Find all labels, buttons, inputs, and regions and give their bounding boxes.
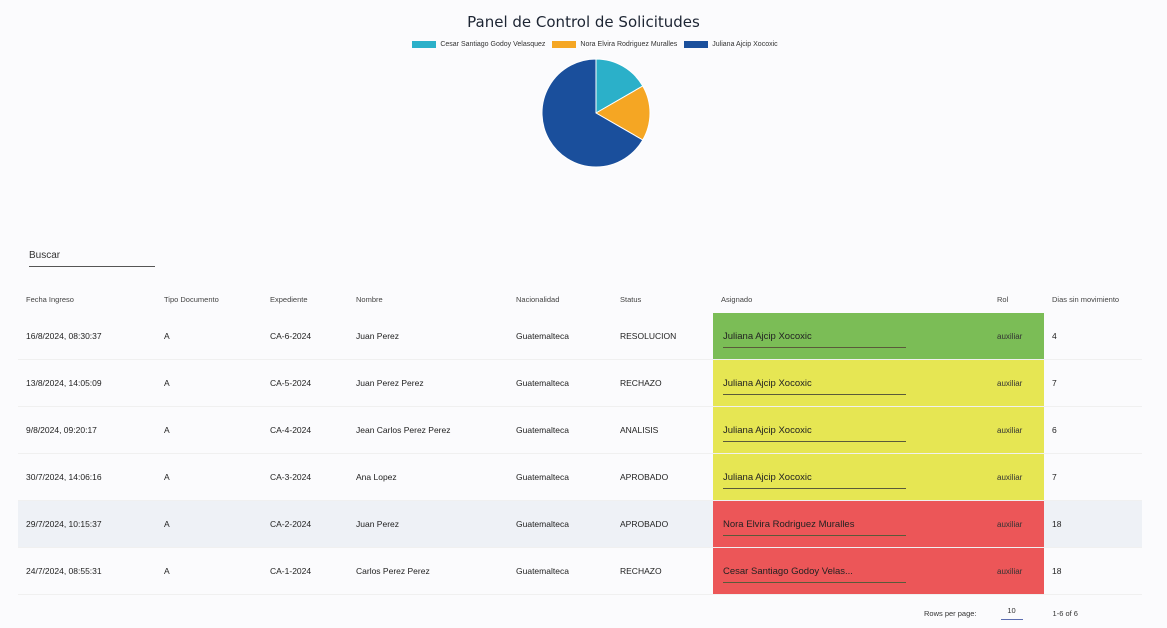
cell-tipo: A [156, 547, 262, 595]
table-row: 24/7/2024, 08:55:31 A CA-1-2024 Carlos P… [18, 547, 1142, 595]
cell-fecha: 16/8/2024, 08:30:37 [18, 313, 156, 360]
cell-dias: 4 [1044, 313, 1142, 360]
rows-per-page-select[interactable]: 10 [1000, 606, 1023, 620]
header-asignado[interactable]: Asignado [713, 285, 989, 313]
cell-fecha: 29/7/2024, 10:15:37 [18, 500, 156, 548]
cell-nombre: Juan Perez [348, 313, 508, 360]
table-header-row: Fecha Ingreso Tipo Documento Expediente … [18, 285, 1142, 313]
cell-fecha: 9/8/2024, 09:20:17 [18, 406, 156, 454]
table-row: 13/8/2024, 14:05:09 A CA-5-2024 Juan Per… [18, 359, 1142, 407]
header-fecha-ingreso[interactable]: Fecha Ingreso [18, 285, 156, 313]
cell-asignado[interactable]: Cesar Santiago Godoy Velas... [713, 547, 989, 595]
legend-item-nora[interactable]: Nora Elvira Rodriguez Muralles [552, 41, 677, 48]
chart-title: Panel de Control de Solicitudes [467, 13, 700, 31]
table-row: 29/7/2024, 10:15:37 A CA-2-2024 Juan Per… [18, 500, 1142, 548]
header-nacionalidad[interactable]: Nacionalidad [508, 285, 612, 313]
cell-tipo: A [156, 500, 262, 548]
cell-rol: auxiliar [989, 313, 1044, 360]
cell-rol: auxiliar [989, 453, 1044, 501]
cell-nombre: Jean Carlos Perez Perez [348, 406, 508, 454]
legend-swatch [412, 41, 437, 48]
cell-nombre: Juan Perez [348, 500, 508, 548]
cell-nacionalidad: Guatemalteca [508, 500, 612, 548]
cell-status: APROBADO [612, 453, 713, 501]
pagination: Rows per page: 10 1-6 of 6 [924, 606, 1078, 620]
table-row: 16/8/2024, 08:30:37 A CA-6-2024 Juan Per… [18, 313, 1142, 360]
header-expediente[interactable]: Expediente [262, 285, 348, 313]
header-status[interactable]: Status [612, 285, 713, 313]
cell-rol: auxiliar [989, 359, 1044, 407]
legend-item-cesar[interactable]: Cesar Santiago Godoy Velasquez [412, 41, 545, 48]
cell-nacionalidad: Guatemalteca [508, 547, 612, 595]
cell-tipo: A [156, 313, 262, 360]
pie-chart [541, 58, 651, 168]
cell-asignado[interactable]: Juliana Ajcip Xocoxic [713, 313, 989, 360]
header-tipo-documento[interactable]: Tipo Documento [156, 285, 262, 313]
cell-nombre: Carlos Perez Perez [348, 547, 508, 595]
cell-rol: auxiliar [989, 547, 1044, 595]
header-nombre[interactable]: Nombre [348, 285, 508, 313]
cell-tipo: A [156, 359, 262, 407]
cell-dias: 18 [1044, 547, 1142, 595]
cell-status: APROBADO [612, 500, 713, 548]
assignee-select[interactable]: Juliana Ajcip Xocoxic [723, 425, 906, 442]
cell-asignado[interactable]: Nora Elvira Rodriguez Muralles [713, 500, 989, 548]
cell-asignado[interactable]: Juliana Ajcip Xocoxic [713, 406, 989, 454]
search-field[interactable] [29, 250, 155, 267]
cell-nacionalidad: Guatemalteca [508, 359, 612, 407]
cell-expediente: CA-2-2024 [262, 500, 348, 548]
legend-swatch [684, 41, 709, 48]
legend-label: Cesar Santiago Godoy Velasquez [440, 41, 546, 48]
cell-dias: 18 [1044, 500, 1142, 548]
cell-status: RECHAZO [612, 359, 713, 407]
cell-asignado[interactable]: Juliana Ajcip Xocoxic [713, 359, 989, 407]
cell-tipo: A [156, 453, 262, 501]
table-row: 9/8/2024, 09:20:17 A CA-4-2024 Jean Carl… [18, 406, 1142, 454]
assignee-select[interactable]: Juliana Ajcip Xocoxic [723, 331, 906, 348]
cell-dias: 6 [1044, 406, 1142, 454]
cell-status: RECHAZO [612, 547, 713, 595]
cell-nacionalidad: Guatemalteca [508, 453, 612, 501]
chart-legend: Cesar Santiago Godoy Velasquez Nora Elvi… [0, 41, 1167, 48]
assignee-select[interactable]: Juliana Ajcip Xocoxic [723, 472, 906, 489]
cell-expediente: CA-4-2024 [262, 406, 348, 454]
cell-status: ANALISIS [612, 406, 713, 454]
cell-asignado[interactable]: Juliana Ajcip Xocoxic [713, 453, 989, 501]
legend-swatch [552, 41, 577, 48]
cell-rol: auxiliar [989, 500, 1044, 548]
header-rol[interactable]: Rol [989, 285, 1044, 313]
cell-nacionalidad: Guatemalteca [508, 406, 612, 454]
cell-expediente: CA-1-2024 [262, 547, 348, 595]
legend-item-juliana[interactable]: Juliana Ajcip Xocoxic [684, 41, 778, 48]
legend-label: Nora Elvira Rodriguez Muralles [580, 41, 678, 48]
cell-rol: auxiliar [989, 406, 1044, 454]
legend-label: Juliana Ajcip Xocoxic [712, 41, 778, 48]
cell-dias: 7 [1044, 453, 1142, 501]
cell-nombre: Juan Perez Perez [348, 359, 508, 407]
table-row: 30/7/2024, 14:06:16 A CA-3-2024 Ana Lope… [18, 453, 1142, 501]
cell-expediente: CA-3-2024 [262, 453, 348, 501]
requests-table: Fecha Ingreso Tipo Documento Expediente … [18, 285, 1142, 595]
cell-expediente: CA-6-2024 [262, 313, 348, 360]
header-dias-sin-movimiento[interactable]: Dias sin movimiento [1044, 285, 1142, 313]
assignee-select[interactable]: Nora Elvira Rodriguez Muralles [723, 519, 906, 536]
search-input[interactable] [29, 250, 155, 261]
assignee-select[interactable]: Cesar Santiago Godoy Velas... [723, 566, 906, 583]
cell-status: RESOLUCION [612, 313, 713, 360]
cell-tipo: A [156, 406, 262, 454]
page-range: 1-6 of 6 [1052, 608, 1078, 618]
cell-fecha: 30/7/2024, 14:06:16 [18, 453, 156, 501]
cell-fecha: 13/8/2024, 14:05:09 [18, 359, 156, 407]
cell-dias: 7 [1044, 359, 1142, 407]
cell-expediente: CA-5-2024 [262, 359, 348, 407]
assignee-select[interactable]: Juliana Ajcip Xocoxic [723, 378, 906, 395]
cell-nacionalidad: Guatemalteca [508, 313, 612, 360]
cell-nombre: Ana Lopez [348, 453, 508, 501]
cell-fecha: 24/7/2024, 08:55:31 [18, 547, 156, 595]
rows-per-page-label: Rows per page: [924, 608, 977, 618]
